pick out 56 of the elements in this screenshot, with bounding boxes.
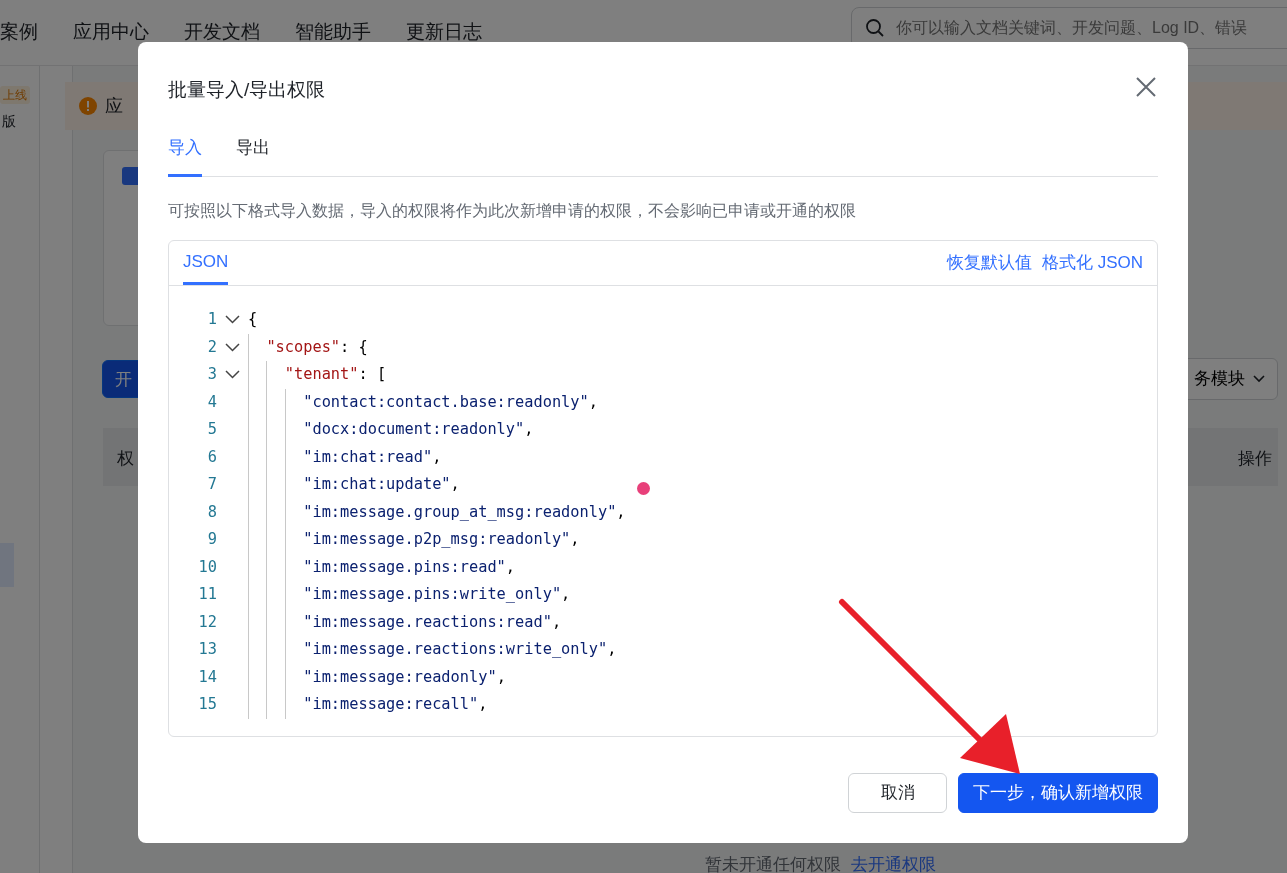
tab[interactable]: 导入 bbox=[168, 134, 202, 177]
editor-link[interactable]: 格式化 JSON bbox=[1041, 249, 1143, 275]
code-line: "im:chat:update", bbox=[303, 474, 460, 496]
line-number: 3 bbox=[206, 364, 217, 386]
line-number: 2 bbox=[206, 336, 217, 358]
code-line: "im:message:recall", bbox=[303, 694, 488, 716]
code-line: "im:message.reactions:write_only", bbox=[303, 639, 617, 661]
code-line: "im:message.group_at_msg:readonly", bbox=[303, 501, 626, 523]
editor-link[interactable]: 恢复默认值 bbox=[946, 249, 1032, 275]
confirm-button[interactable]: 下一步，确认新增权限 bbox=[958, 773, 1158, 813]
chevron-icon[interactable] bbox=[225, 315, 240, 325]
code-line: "im:message.p2p_msg:readonly", bbox=[303, 529, 580, 551]
line-number: 1 bbox=[206, 309, 217, 331]
dialog-title: 批量导入/导出权限 bbox=[168, 78, 326, 102]
code-line: "tenant": [ bbox=[284, 364, 387, 386]
close-button[interactable] bbox=[1134, 74, 1158, 98]
code-line: "im:message.pins:write_only", bbox=[303, 584, 571, 606]
code-line: "scopes": { bbox=[266, 336, 368, 358]
alert-text: 应 bbox=[105, 94, 123, 118]
editor-tab[interactable]: JSON bbox=[183, 248, 229, 285]
line-number: 7 bbox=[206, 474, 217, 496]
line-number: 5 bbox=[206, 419, 217, 441]
line-number: 13 bbox=[197, 639, 217, 661]
status-tag: 上线 bbox=[0, 86, 30, 104]
code-line: "contact:contact.base:readonly", bbox=[303, 391, 598, 413]
nav-link[interactable]: 案例 bbox=[0, 18, 38, 47]
caret-icon bbox=[1253, 375, 1265, 383]
search-icon bbox=[865, 18, 885, 38]
empty-link[interactable]: 去开通权限 bbox=[851, 852, 936, 873]
line-number: 11 bbox=[197, 584, 217, 606]
tab[interactable]: 导出 bbox=[236, 134, 270, 177]
cancel-button[interactable]: 取消 bbox=[848, 773, 947, 813]
version-label: 版 bbox=[2, 112, 16, 131]
line-number: 9 bbox=[206, 529, 217, 551]
warning-icon bbox=[79, 97, 97, 115]
nav-link[interactable]: 应用中心 bbox=[73, 18, 149, 47]
line-number: 15 bbox=[197, 694, 217, 716]
code-line: { bbox=[248, 309, 258, 331]
description-text: 可按照以下格式导入数据，导入的权限将作为此次新增申请的权限，不会影响已申请或开通的权限 bbox=[168, 201, 857, 221]
column-header: 操作 bbox=[1238, 448, 1272, 470]
line-number: 12 bbox=[197, 611, 217, 633]
code-line: "im:message.reactions:read", bbox=[303, 611, 562, 633]
code-line: "docx:document:readonly", bbox=[303, 419, 534, 441]
line-number: 6 bbox=[206, 446, 217, 468]
code-line: "im:message:readonly", bbox=[303, 666, 506, 688]
column-header: 权 bbox=[117, 448, 134, 470]
code-line: "im:chat:read", bbox=[303, 446, 442, 468]
line-number: 10 bbox=[197, 556, 217, 578]
line-number: 4 bbox=[206, 391, 217, 413]
line-number: 8 bbox=[206, 501, 217, 523]
chevron-icon[interactable] bbox=[225, 342, 240, 352]
chevron-icon[interactable] bbox=[225, 370, 240, 380]
code-line: "im:message.pins:read", bbox=[303, 556, 516, 578]
empty-message: 暂未开通任何权限 bbox=[705, 854, 841, 873]
close-icon bbox=[1134, 74, 1158, 99]
line-number: 14 bbox=[197, 666, 217, 688]
